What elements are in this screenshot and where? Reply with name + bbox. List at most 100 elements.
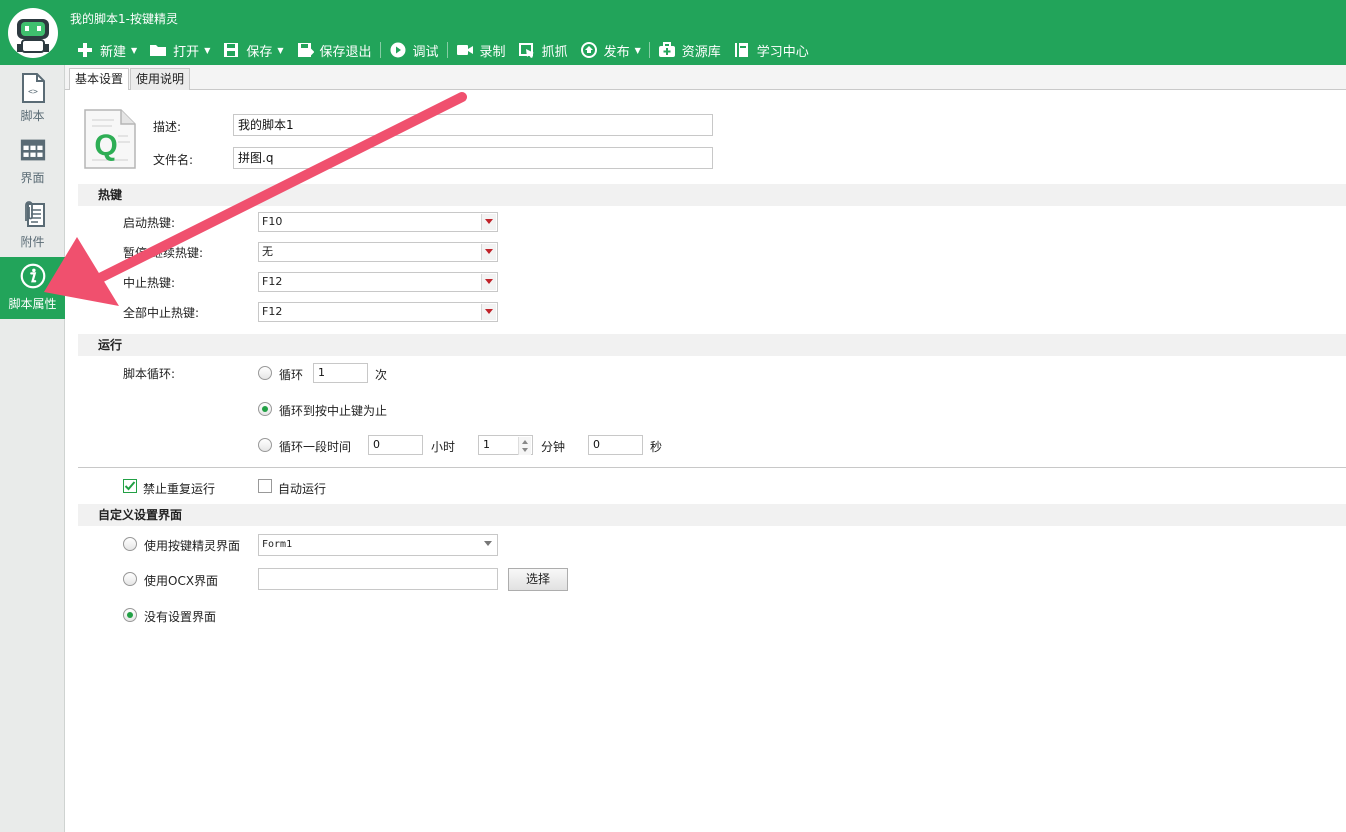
no-repeat-run-checkbox[interactable] (123, 479, 137, 493)
q-file-icon: Q (82, 108, 138, 172)
grab-icon (518, 43, 534, 58)
open-button[interactable]: 打开 ▼ (143, 38, 216, 62)
sidebar-item-label: 脚本属性 (8, 297, 57, 311)
start-hotkey-label: 启动热键: (123, 216, 176, 230)
filename-label: 文件名: (153, 153, 194, 167)
section-divider (78, 467, 1346, 468)
loop-count-unit: 次 (375, 368, 388, 382)
script-file-icon: <> (21, 73, 45, 103)
save-icon (224, 43, 239, 57)
stop-hotkey-select[interactable]: F12 (258, 272, 498, 292)
publish-icon (580, 42, 597, 58)
pause-hotkey-label: 暂停/继续热键: (123, 246, 204, 260)
learning-center-label: 学习中心 (756, 44, 809, 60)
description-label: 描述: (153, 120, 182, 134)
grab-button[interactable]: 抓抓 (512, 38, 574, 62)
loop-count-radio[interactable] (258, 366, 272, 380)
custom-ui-section-header: 自定义设置界面 (78, 504, 1346, 526)
sidebar-item-script-properties[interactable]: 脚本属性 (0, 257, 65, 319)
resource-icon (658, 42, 675, 57)
camera-icon (456, 45, 473, 55)
folder-icon (150, 45, 167, 56)
chevron-down-icon: ▼ (277, 45, 284, 55)
save-exit-button[interactable]: 保存退出 (290, 38, 378, 62)
publish-button-label: 发布 (603, 44, 630, 60)
stop-all-hotkey-label: 全部中止热键: (123, 306, 200, 320)
stop-all-hotkey-select[interactable]: F12 (258, 302, 498, 322)
open-button-label: 打开 (173, 44, 200, 60)
tab-basic-settings[interactable]: 基本设置 (69, 68, 130, 91)
loop-until-stop-label: 循环到按中止键为止 (279, 404, 388, 418)
no-repeat-run-label: 禁止重复运行 (143, 482, 216, 496)
select-ocx-button[interactable]: 选择 (508, 568, 568, 591)
save-exit-button-label: 保存退出 (319, 44, 372, 60)
no-ui-radio[interactable] (123, 608, 137, 622)
toolbar-divider (379, 42, 381, 58)
toolbar-divider (446, 42, 448, 58)
sidebar-item-script[interactable]: <> 脚本 (0, 69, 65, 131)
sidebar-item-attachment[interactable]: 附件 (0, 195, 65, 257)
hours-input[interactable]: 0 (368, 435, 423, 455)
main-toolbar: 新建 ▼ 打开 ▼ 保存 ▼ 保存退出 调试 录制 抓抓 发布 ▼ 资源库 学习… (70, 38, 815, 62)
pause-hotkey-select[interactable]: 无 (258, 242, 498, 262)
use-builtin-ui-label: 使用按键精灵界面 (144, 539, 241, 553)
hours-unit: 小时 (431, 440, 456, 454)
script-loop-label: 脚本循环: (123, 367, 176, 381)
resource-library-button[interactable]: 资源库 (652, 38, 727, 62)
dropdown-arrow-icon[interactable] (481, 244, 496, 260)
book-icon (734, 43, 748, 57)
toolbar-divider (648, 42, 650, 58)
ocx-path-input[interactable] (258, 568, 498, 590)
tab-bar: 基本设置 使用说明 (65, 65, 1346, 91)
builtin-form-select[interactable]: Form1 (258, 534, 498, 556)
use-ocx-ui-radio[interactable] (123, 572, 137, 586)
dropdown-arrow-icon[interactable] (481, 214, 496, 230)
left-sidebar: <> 脚本 界面 附件 脚本属性 (0, 65, 65, 832)
tab-usage-instructions[interactable]: 使用说明 (130, 68, 191, 90)
debug-button[interactable]: 调试 (383, 38, 445, 62)
auto-run-label: 自动运行 (278, 482, 327, 496)
loop-until-stop-radio[interactable] (258, 402, 272, 416)
seconds-input[interactable]: 0 (588, 435, 643, 455)
description-field[interactable]: 我的脚本1 (233, 114, 713, 136)
stop-hotkey-label: 中止热键: (123, 276, 176, 290)
minutes-value: 1 (483, 438, 490, 451)
loop-count-label: 循环 (279, 368, 304, 382)
auto-run-checkbox[interactable] (258, 479, 272, 493)
filename-field[interactable]: 拼图.q (233, 147, 713, 169)
run-section-header: 运行 (78, 334, 1346, 356)
publish-button[interactable]: 发布 ▼ (574, 38, 647, 62)
debug-button-label: 调试 (412, 44, 439, 60)
hotkeys-section-header: 热键 (78, 184, 1346, 206)
chevron-down-icon: ▼ (204, 45, 211, 55)
dropdown-arrow-icon[interactable] (481, 304, 496, 320)
plus-icon (78, 43, 92, 57)
sidebar-item-label: 脚本 (20, 109, 45, 123)
sidebar-item-label: 附件 (20, 235, 45, 249)
spin-arrows-icon[interactable] (518, 437, 531, 455)
play-icon (390, 42, 406, 58)
learning-center-button[interactable]: 学习中心 (727, 38, 815, 62)
minutes-unit: 分钟 (541, 440, 566, 454)
record-button-label: 录制 (479, 44, 506, 60)
check-icon (124, 481, 136, 491)
no-ui-label: 没有设置界面 (144, 610, 217, 624)
new-button[interactable]: 新建 ▼ (70, 38, 143, 62)
use-builtin-ui-radio[interactable] (123, 537, 137, 551)
loop-count-input[interactable]: 1 (313, 363, 368, 383)
use-ocx-ui-label: 使用OCX界面 (144, 574, 219, 588)
seconds-unit: 秒 (650, 440, 663, 454)
save-button[interactable]: 保存 ▼ (216, 38, 289, 62)
dropdown-arrow-icon[interactable] (481, 274, 496, 290)
record-button[interactable]: 录制 (450, 38, 512, 62)
loop-duration-radio[interactable] (258, 438, 272, 452)
loop-duration-label: 循环一段时间 (279, 440, 352, 454)
grab-button-label: 抓抓 (541, 44, 568, 60)
builtin-form-value: Form1 (262, 539, 293, 550)
sidebar-item-ui[interactable]: 界面 (0, 131, 65, 193)
app-logo-icon (8, 8, 58, 58)
minutes-stepper[interactable]: 1 (478, 435, 533, 455)
dropdown-arrow-icon[interactable] (481, 536, 496, 552)
start-hotkey-select[interactable]: F10 (258, 212, 498, 232)
attachment-icon (24, 201, 45, 227)
